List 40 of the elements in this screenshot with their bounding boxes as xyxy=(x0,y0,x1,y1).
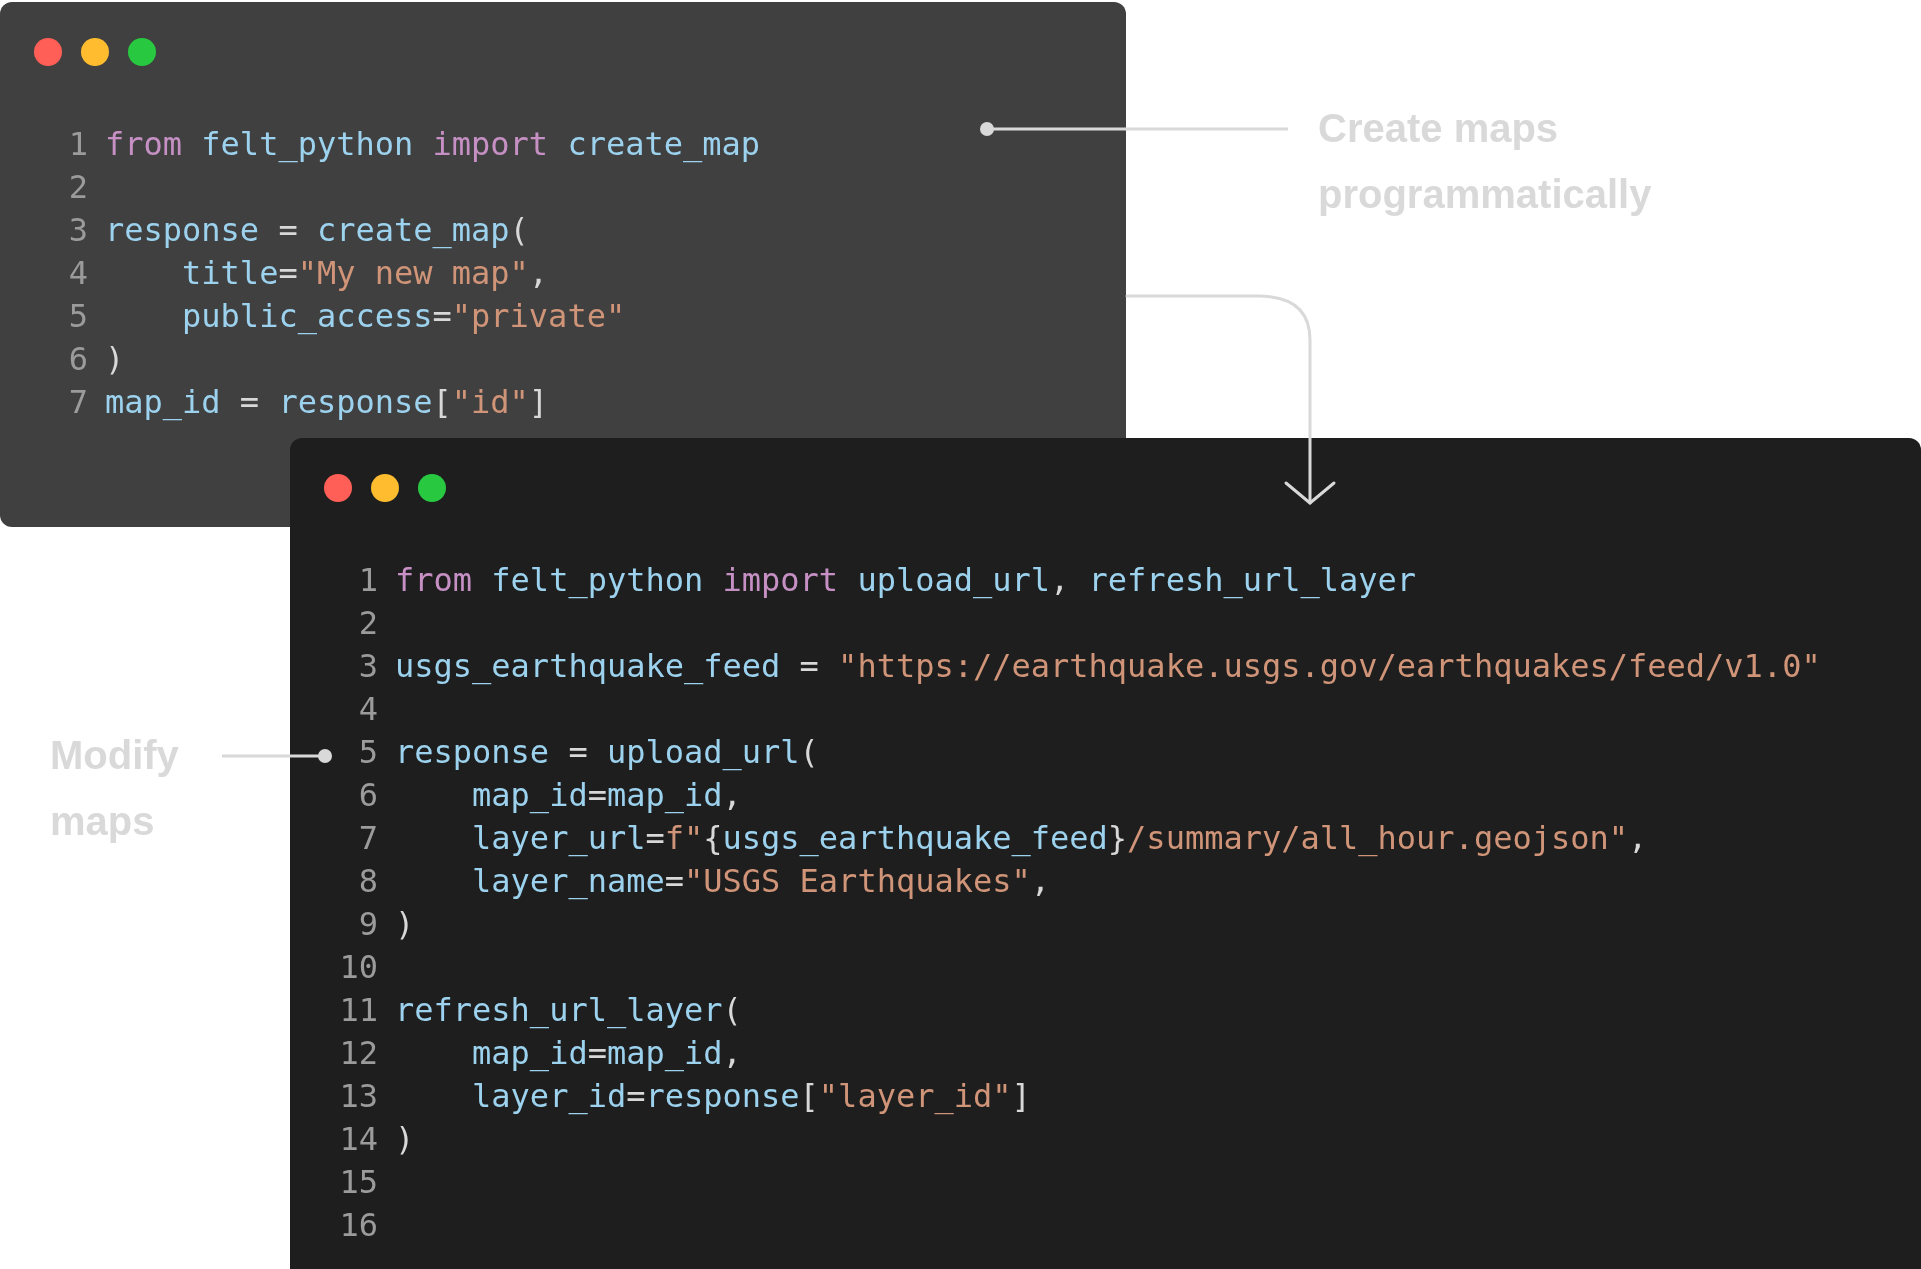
line-number: 14 xyxy=(339,1119,378,1160)
line-number: 8 xyxy=(357,861,378,902)
line-number: 3 xyxy=(357,646,378,687)
line-number: 16 xyxy=(339,1205,378,1246)
code-line: public_access="private" xyxy=(181,296,626,337)
code-line: ) xyxy=(395,904,415,945)
code-line: usgs_earthquake_feed = "https://earthquake.usgs.gov/earthquakes/feed/v1.0" xyxy=(395,646,1821,687)
line-number: 7 xyxy=(357,818,378,859)
code-line: map_id=map_id, xyxy=(471,1033,742,1074)
code-line: from felt_python import upload_url, refresh_url_layer xyxy=(395,560,1417,601)
code-line: map_id = response["id"] xyxy=(105,382,549,423)
line-number: 1 xyxy=(67,124,88,165)
code-line: layer_url=f"{usgs_earthquake_feed}/summary/all_hour.geojson", xyxy=(471,818,1648,859)
line-number: 15 xyxy=(339,1162,378,1203)
line-number: 10 xyxy=(339,947,378,988)
code-line: from felt_python import create_map xyxy=(105,124,761,165)
line-number: 5 xyxy=(67,296,88,337)
line-number: 9 xyxy=(357,904,378,945)
line-number: 5 xyxy=(357,732,378,773)
line-number: 12 xyxy=(339,1033,378,1074)
line-number: 1 xyxy=(357,560,378,601)
line-number: 6 xyxy=(67,339,88,380)
code-line: response = create_map( xyxy=(105,210,529,251)
code-line: response = upload_url( xyxy=(395,732,819,773)
line-number: 7 xyxy=(67,382,88,423)
code-line: title="My new map", xyxy=(181,253,549,294)
line-number: 11 xyxy=(339,990,378,1031)
code-line: layer_name="USGS Earthquakes", xyxy=(471,861,1051,902)
code-line: ) xyxy=(105,339,125,380)
code-line: refresh_url_layer( xyxy=(395,990,742,1031)
line-number: 13 xyxy=(339,1076,378,1117)
line-number: 4 xyxy=(67,253,88,294)
code-line: ) xyxy=(395,1119,415,1160)
line-number: 2 xyxy=(67,167,88,208)
code-line: map_id=map_id, xyxy=(471,775,742,816)
line-number: 3 xyxy=(67,210,88,251)
line-number: 6 xyxy=(357,775,378,816)
line-number: 2 xyxy=(357,603,378,644)
code-line: layer_id=response["layer_id"] xyxy=(471,1076,1031,1117)
line-number: 4 xyxy=(357,689,378,730)
